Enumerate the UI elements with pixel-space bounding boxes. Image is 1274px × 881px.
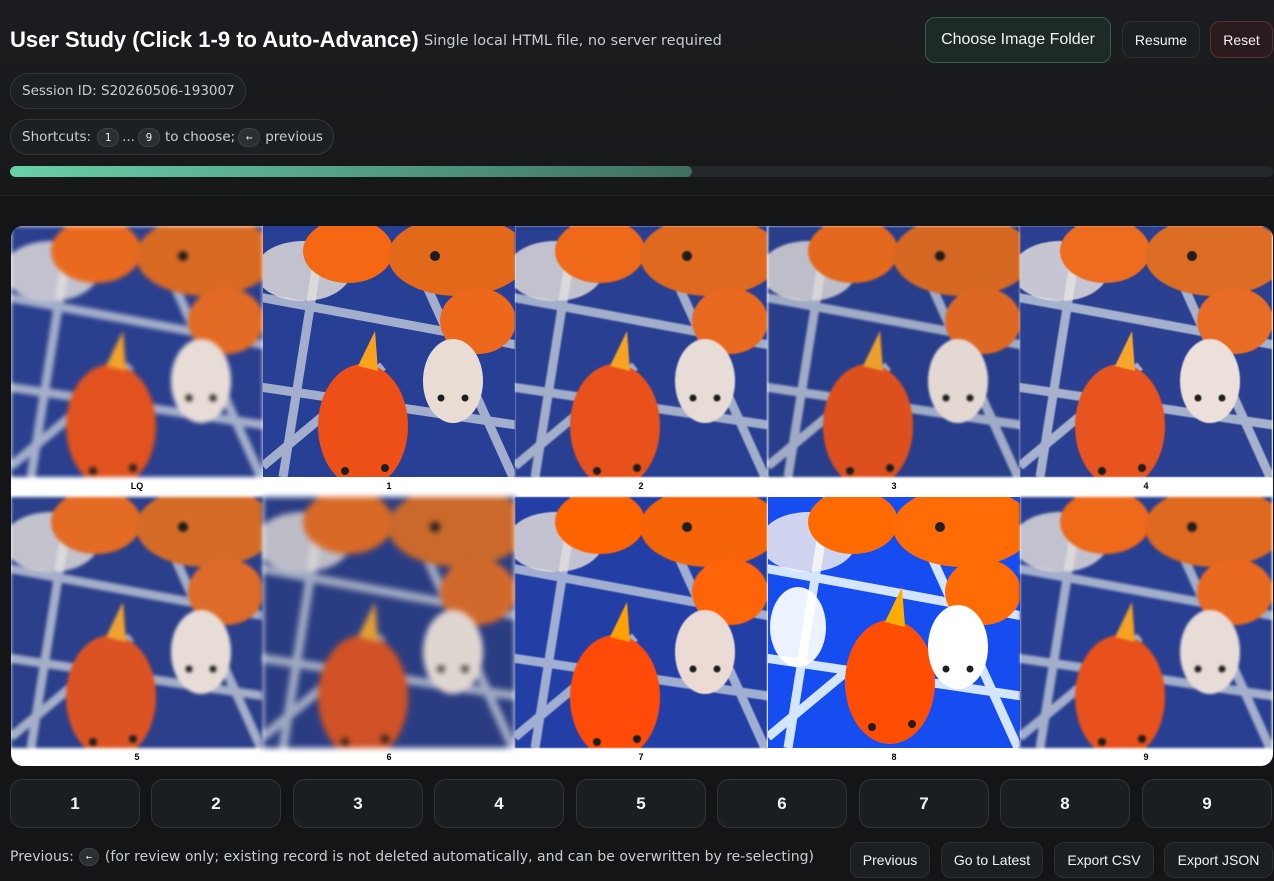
candidate-image-cell: 8 bbox=[768, 497, 1020, 766]
image-caption: 5 bbox=[134, 752, 140, 762]
lq-goldfish-image bbox=[11, 226, 263, 477]
candidate-goldfish-image bbox=[263, 497, 515, 748]
app-header: User Study (Click 1-9 to Auto-Advance) S… bbox=[0, 0, 1274, 196]
candidate-goldfish-image bbox=[1020, 497, 1272, 748]
candidate-goldfish-image bbox=[263, 226, 515, 477]
page-title: User Study (Click 1-9 to Auto-Advance) bbox=[10, 27, 419, 52]
candidate-image-cell: 6 bbox=[263, 497, 515, 766]
previous-note: Previous: ← (for review only; existing r… bbox=[10, 848, 814, 866]
candidate-image-cell: 1 bbox=[263, 226, 515, 496]
candidate-goldfish-image bbox=[768, 226, 1020, 477]
shortcuts-prefix: Shortcuts: bbox=[22, 129, 92, 145]
choice-button-2[interactable]: 2 bbox=[151, 779, 281, 828]
shortcuts-middle: to choose; bbox=[164, 129, 236, 145]
go-to-latest-button[interactable]: Go to Latest bbox=[941, 842, 1043, 878]
arrow-left-key-icon: ← bbox=[78, 848, 99, 866]
image-caption: 1 bbox=[386, 481, 392, 491]
choice-button-3[interactable]: 3 bbox=[293, 779, 423, 828]
candidate-goldfish-image bbox=[515, 497, 767, 748]
image-caption: 8 bbox=[891, 752, 897, 762]
comparison-image-grid: LQ 1 2 3 4 5 6 7 8 9 bbox=[11, 226, 1273, 766]
candidate-goldfish-image bbox=[768, 497, 1020, 748]
choice-button-1[interactable]: 1 bbox=[10, 779, 140, 828]
candidate-goldfish-image bbox=[1020, 226, 1272, 477]
page-subtitle: Single local HTML file, no server requir… bbox=[424, 33, 722, 49]
choose-image-folder-button[interactable]: Choose Image Folder bbox=[925, 17, 1111, 63]
choice-button-7[interactable]: 7 bbox=[859, 779, 989, 828]
key-9-badge: 9 bbox=[137, 127, 160, 147]
reset-button[interactable]: Reset bbox=[1210, 21, 1273, 58]
image-caption: 6 bbox=[386, 752, 392, 762]
choice-button-8[interactable]: 8 bbox=[1000, 779, 1130, 828]
candidate-image-cell: 7 bbox=[515, 497, 767, 766]
previous-note-text: (for review only; existing record is not… bbox=[104, 849, 815, 865]
candidate-image-cell: 3 bbox=[768, 226, 1020, 496]
choice-button-4[interactable]: 4 bbox=[434, 779, 564, 828]
progress-fill bbox=[10, 166, 693, 177]
candidate-image-cell: 9 bbox=[1020, 497, 1272, 766]
choice-button-5[interactable]: 5 bbox=[576, 779, 706, 828]
image-caption: 4 bbox=[1143, 481, 1149, 491]
session-id-text: Session ID: S20260506-193007 bbox=[22, 83, 235, 99]
session-id-badge: Session ID: S20260506-193007 bbox=[10, 73, 246, 109]
resume-button[interactable]: Resume bbox=[1122, 21, 1200, 58]
progress-bar bbox=[10, 166, 1273, 177]
shortcuts-hint: Shortcuts: 1 ... 9 to choose; ← previous bbox=[10, 119, 334, 155]
previous-prefix: Previous: bbox=[10, 849, 74, 865]
shortcuts-ellipsis: ... bbox=[122, 129, 135, 145]
image-caption: 3 bbox=[891, 481, 897, 491]
choice-button-9[interactable]: 9 bbox=[1142, 779, 1272, 828]
export-json-button[interactable]: Export JSON bbox=[1164, 842, 1273, 878]
export-csv-button[interactable]: Export CSV bbox=[1054, 842, 1154, 878]
shortcuts-suffix: previous bbox=[265, 129, 323, 145]
candidate-goldfish-image bbox=[11, 497, 263, 748]
image-caption: 9 bbox=[1143, 752, 1149, 762]
image-caption: LQ bbox=[130, 481, 144, 491]
previous-button[interactable]: Previous bbox=[850, 842, 930, 878]
candidate-goldfish-image bbox=[515, 226, 767, 477]
image-caption: 2 bbox=[638, 481, 644, 491]
image-caption: 7 bbox=[638, 752, 644, 762]
key-1-badge: 1 bbox=[97, 127, 120, 147]
candidate-image-cell: 4 bbox=[1020, 226, 1272, 496]
candidate-image-cell: 2 bbox=[515, 226, 767, 496]
lq-image-cell: LQ bbox=[11, 226, 263, 496]
arrow-left-key-icon: ← bbox=[238, 127, 261, 147]
candidate-image-cell: 5 bbox=[11, 497, 263, 766]
choice-button-6[interactable]: 6 bbox=[717, 779, 847, 828]
